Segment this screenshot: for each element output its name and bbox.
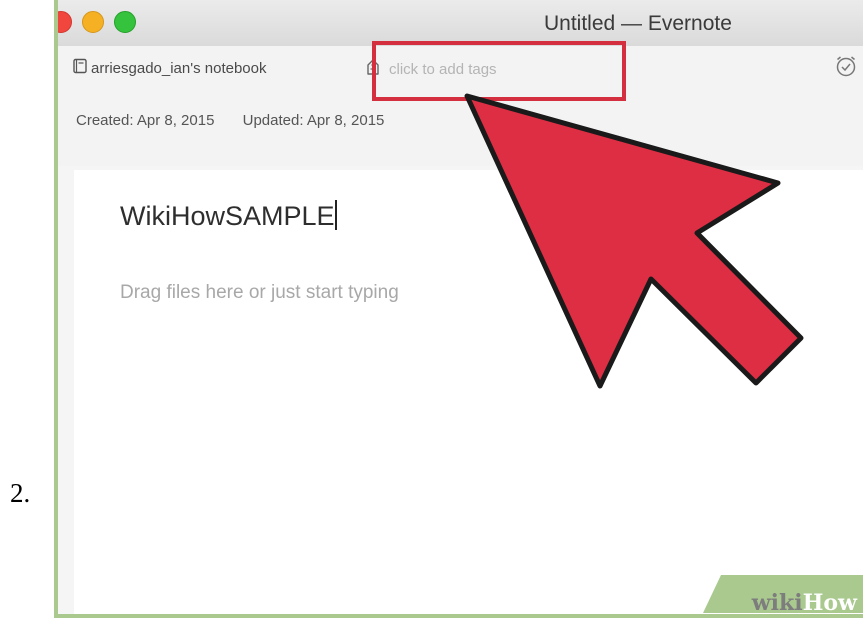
- step-number: 2.: [10, 478, 31, 508]
- wikihow-watermark: wikiHow: [703, 575, 863, 618]
- pointer-arrow-icon: [464, 93, 804, 389]
- watermark-how: How: [802, 590, 857, 616]
- watermark-wiki: wiki: [751, 590, 803, 616]
- screenshot-frame: Untitled — Evernote arriesgado_ian's not…: [54, 0, 863, 618]
